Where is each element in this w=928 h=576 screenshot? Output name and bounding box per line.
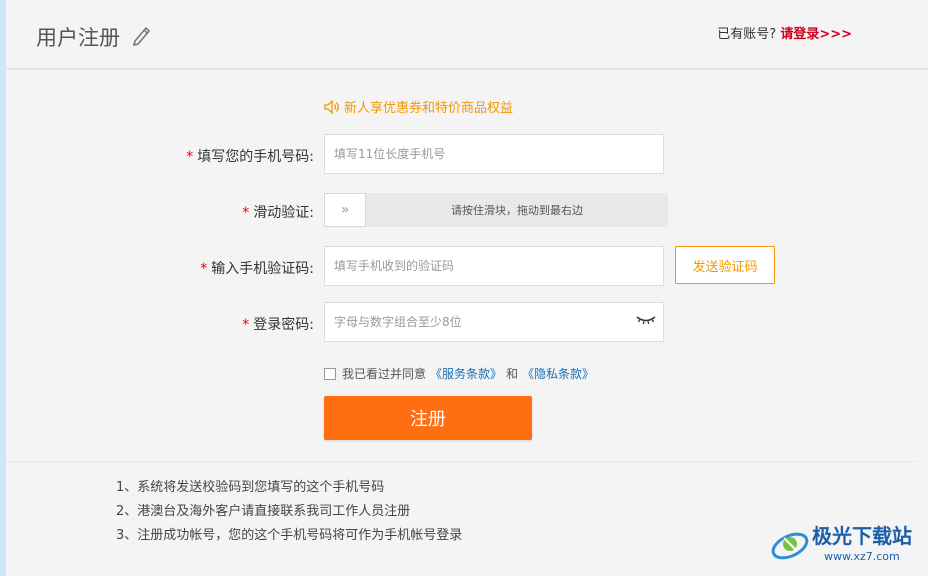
sms-code-input[interactable]: [324, 246, 664, 286]
terms-link[interactable]: 《服务条款》: [430, 365, 502, 382]
notes-list: 1、系统将发送校验码到您填写的这个手机号码 2、港澳台及海外客户请直接联系我司工…: [116, 476, 462, 548]
note-item: 3、注册成功帐号，您的这个手机号码将可作为手机帐号登录: [116, 528, 463, 543]
agreement-row: 我已看过并同意 《服务条款》 和 《隐私条款》: [324, 365, 594, 382]
register-button[interactable]: 注册: [324, 396, 532, 440]
have-account-text: 已有账号?: [717, 27, 777, 42]
slider-label: * 滑动验证:: [154, 202, 314, 222]
note-item: 1、系统将发送校验码到您填写的这个手机号码: [116, 480, 385, 495]
slider-verification: » 请按住滑块，拖动到最右边: [324, 193, 668, 227]
privacy-link[interactable]: 《隐私条款》: [522, 365, 594, 382]
required-mark: *: [186, 149, 194, 165]
required-mark: *: [242, 205, 250, 221]
speaker-icon: [324, 99, 339, 114]
phone-label-text: 填写您的手机号码:: [197, 149, 314, 165]
promo-text: 新人享优惠券和特价商品权益: [344, 101, 514, 116]
password-input[interactable]: [324, 302, 664, 342]
divider: [6, 461, 916, 462]
register-panel: 用户注册 已有账号? 请登录>>> 新人享优惠券和特价商品权益 * 填写您的手机号…: [6, 0, 928, 576]
note-item: 2、港澳台及海外客户请直接联系我司工作人员注册: [116, 504, 411, 519]
watermark-name: 极光下载站: [812, 524, 912, 548]
agree-and: 和: [506, 367, 519, 381]
promo-banner: 新人享优惠券和特价商品权益: [324, 97, 513, 116]
watermark-logo-icon: [771, 532, 809, 560]
password-label: * 登录密码:: [154, 314, 314, 334]
page-title: 用户注册: [36, 26, 120, 50]
sms-label: * 输入手机验证码:: [154, 258, 314, 278]
pencil-icon: [132, 26, 151, 46]
login-link[interactable]: 请登录>>>: [780, 27, 852, 42]
required-mark: *: [242, 317, 250, 333]
watermark-url: www.xz7.com: [824, 550, 900, 563]
sms-label-text: 输入手机验证码:: [211, 261, 314, 277]
agree-prefix: 我已看过并同意: [342, 367, 427, 381]
required-mark: *: [200, 261, 208, 277]
login-hint: 已有账号? 请登录>>>: [717, 23, 852, 42]
panel-header: 用户注册 已有账号? 请登录>>>: [6, 0, 928, 70]
slider-handle[interactable]: »: [324, 193, 366, 227]
password-label-text: 登录密码:: [253, 317, 314, 333]
double-chevron-right-icon: »: [340, 202, 350, 218]
phone-label: * 填写您的手机号码:: [154, 146, 314, 166]
watermark: 极光下载站 www.xz7.com: [768, 520, 928, 570]
slider-hint: 请按住滑块，拖动到最右边: [451, 204, 583, 217]
eye-closed-icon[interactable]: [636, 313, 656, 327]
slider-label-text: 滑动验证:: [253, 205, 314, 221]
phone-input[interactable]: [324, 134, 664, 174]
send-code-button[interactable]: 发送验证码: [675, 246, 775, 284]
agree-checkbox[interactable]: [324, 367, 336, 380]
